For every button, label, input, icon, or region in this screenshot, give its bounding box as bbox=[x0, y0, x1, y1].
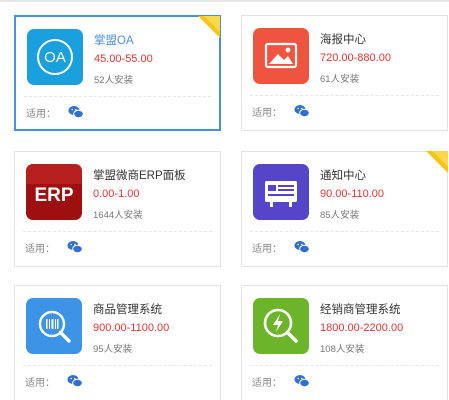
app-price: 90.00-110.00 bbox=[320, 188, 385, 200]
card-divider bbox=[24, 96, 211, 97]
app-price: 900.00-1100.00 bbox=[93, 322, 170, 334]
app-installs: 95人安装 bbox=[93, 344, 133, 355]
app-name[interactable]: 海报中心 bbox=[320, 31, 366, 47]
app-name[interactable]: 掌盟OA bbox=[94, 32, 134, 48]
wechat-icon bbox=[294, 374, 310, 388]
app-installs: 61人安装 bbox=[320, 74, 360, 85]
erp-icon: ERP bbox=[26, 164, 82, 220]
applicable-label: 适用： bbox=[252, 377, 282, 389]
applicable-label: 适用： bbox=[26, 108, 56, 120]
wechat-icon bbox=[68, 105, 84, 119]
card-divider bbox=[23, 231, 212, 232]
card-footer: 适用： bbox=[26, 104, 84, 120]
app-card-product[interactable]: 商品管理系统 900.00-1100.00 95人安装 适用： bbox=[14, 285, 221, 400]
app-card-notice[interactable]: 通知中心 90.00-110.00 85人安装 适用： bbox=[241, 151, 448, 267]
card-divider bbox=[250, 231, 439, 232]
app-installs: 108人安装 bbox=[320, 344, 365, 355]
app-installs: 52人安装 bbox=[94, 75, 134, 86]
card-footer: 适用： bbox=[252, 239, 310, 255]
card-divider bbox=[250, 365, 439, 366]
app-card-erp[interactable]: ERP 掌盟微商ERP面板 0.00-1.00 1644人安装 适用： bbox=[14, 151, 221, 267]
top-divider bbox=[0, 0, 449, 2]
wechat-icon bbox=[67, 374, 83, 388]
app-name[interactable]: 经销商管理系统 bbox=[320, 301, 401, 317]
hot-badge-icon bbox=[190, 16, 220, 46]
card-divider bbox=[250, 95, 439, 96]
card-footer: 适用： bbox=[25, 239, 83, 255]
app-card-dealer[interactable]: 经销商管理系统 1800.00-2200.00 108人安装 适用： bbox=[241, 285, 448, 400]
app-price: 1800.00-2200.00 bbox=[320, 322, 404, 334]
hot-badge-icon bbox=[418, 151, 448, 181]
card-footer: 适用： bbox=[252, 103, 310, 119]
svg-text:ERP: ERP bbox=[34, 185, 73, 206]
poster-icon bbox=[253, 28, 309, 84]
applicable-label: 适用： bbox=[252, 107, 282, 119]
card-divider bbox=[23, 365, 212, 366]
applicable-label: 适用： bbox=[252, 243, 282, 255]
app-card-poster[interactable]: 海报中心 720.00-880.00 61人安装 适用： bbox=[241, 15, 448, 131]
product-icon bbox=[26, 298, 82, 354]
oa-icon: OA bbox=[27, 29, 83, 85]
wechat-icon bbox=[294, 104, 310, 118]
wechat-icon bbox=[294, 240, 310, 254]
app-installs: 85人安装 bbox=[320, 210, 360, 221]
app-name[interactable]: 掌盟微商ERP面板 bbox=[93, 167, 186, 183]
dealer-icon bbox=[253, 298, 309, 354]
app-price: 45.00-55.00 bbox=[94, 53, 153, 65]
app-price: 0.00-1.00 bbox=[93, 188, 140, 200]
notice-icon bbox=[253, 164, 309, 220]
wechat-icon bbox=[67, 240, 83, 254]
app-name[interactable]: 商品管理系统 bbox=[93, 301, 162, 317]
app-name[interactable]: 通知中心 bbox=[320, 167, 366, 183]
svg-text:OA: OA bbox=[44, 49, 66, 66]
app-installs: 1644人安装 bbox=[93, 210, 143, 221]
applicable-label: 适用： bbox=[25, 377, 55, 389]
app-price: 720.00-880.00 bbox=[320, 52, 391, 64]
card-footer: 适用： bbox=[25, 373, 83, 389]
app-card-oa[interactable]: OA 掌盟OA 45.00-55.00 52人安装 适用： bbox=[14, 15, 221, 131]
applicable-label: 适用： bbox=[25, 243, 55, 255]
card-footer: 适用： bbox=[252, 373, 310, 389]
